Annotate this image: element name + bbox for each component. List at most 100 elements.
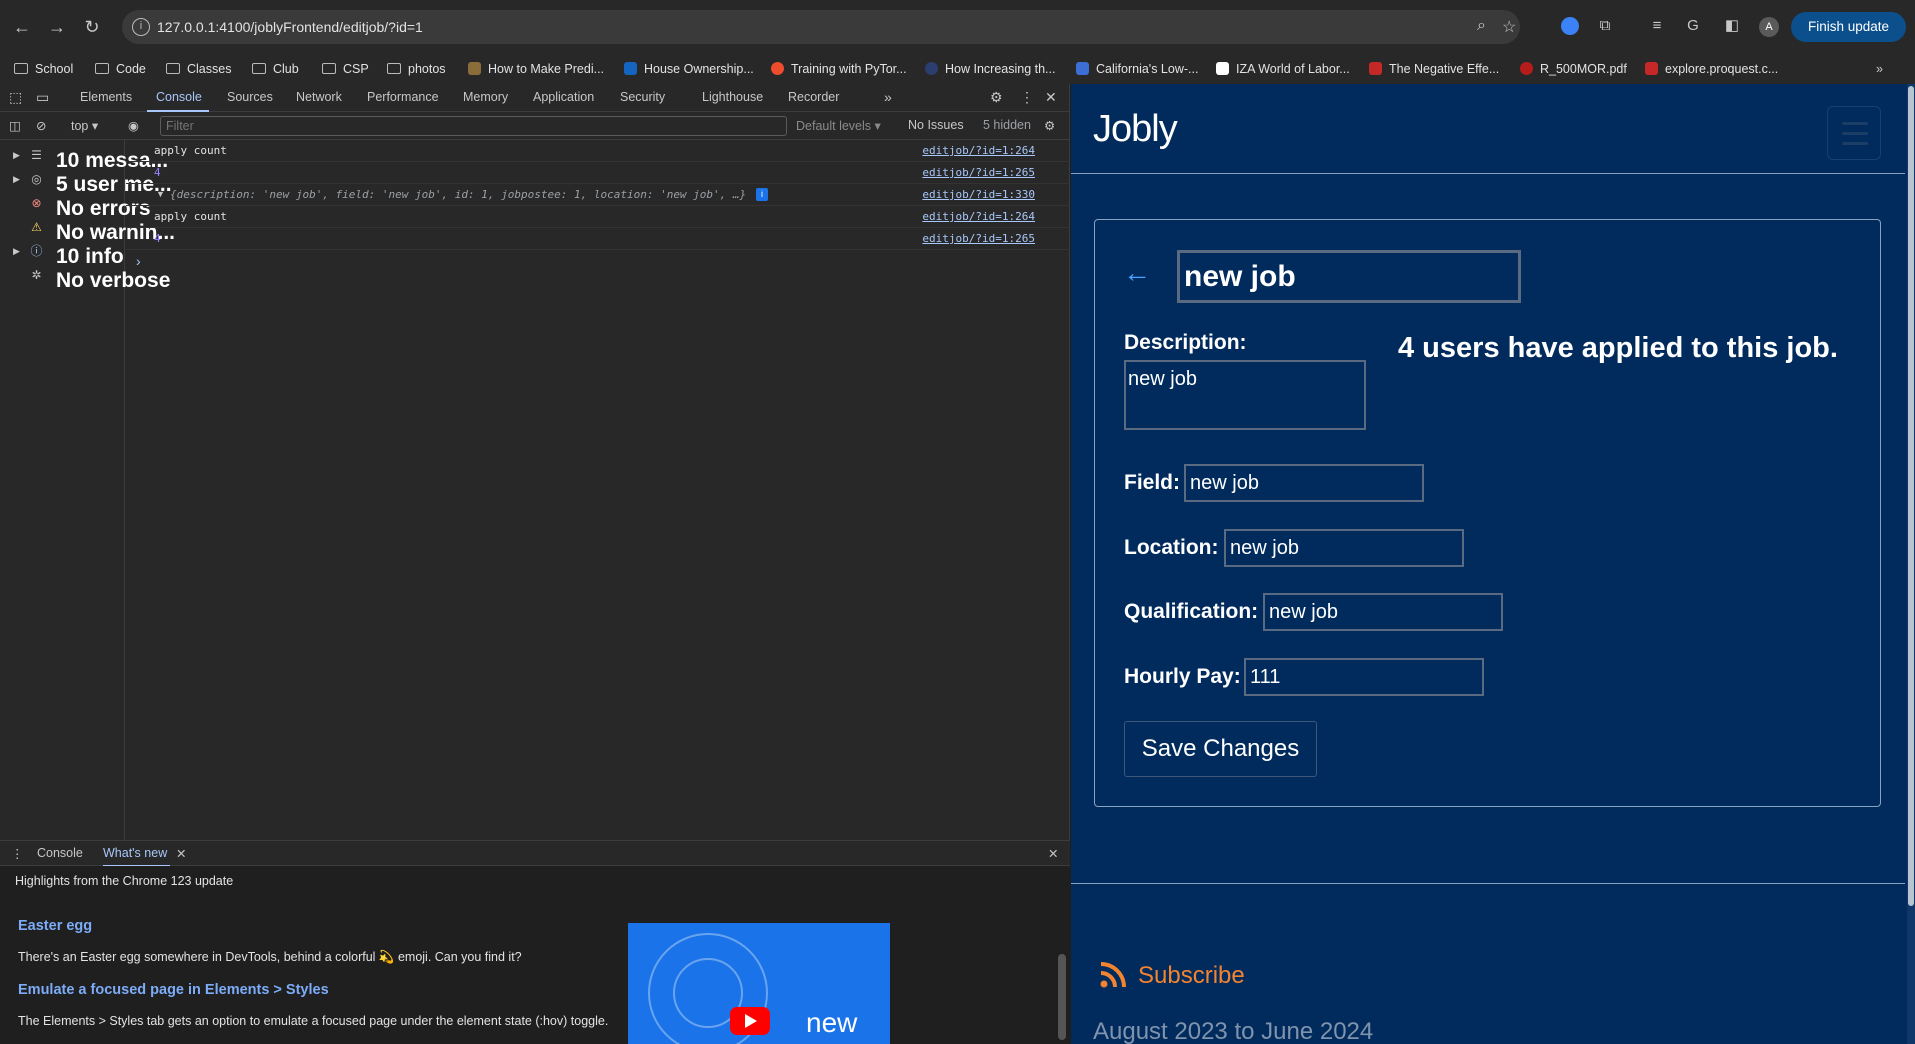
tab-network[interactable]: Network [296, 90, 342, 104]
close-tab-icon[interactable]: ✕ [176, 846, 186, 861]
device-toolbar-icon[interactable]: ▭ [36, 89, 49, 106]
tab-recorder[interactable]: Recorder [788, 90, 839, 104]
expand-arrow-icon[interactable]: ▶ [13, 150, 20, 161]
brand-logo[interactable]: Jobly [1093, 108, 1178, 151]
sidebar-item-user-messages[interactable]: ▶ ◎ 5 user me... [0, 168, 172, 196]
qualification-input[interactable] [1263, 593, 1503, 631]
sidebar-toggle-icon[interactable]: ◫ [9, 118, 21, 133]
more-tabs-icon[interactable]: » [884, 89, 892, 105]
log-source-link[interactable]: editjob/?id=1:265 [922, 166, 1035, 179]
tab-memory[interactable]: Memory [463, 90, 508, 104]
hourly-pay-input[interactable] [1244, 658, 1484, 696]
side-panel-icon[interactable]: ◧ [1721, 15, 1743, 37]
log-object-text[interactable]: {description: 'new job', field: 'new job… [170, 188, 746, 201]
hamburger-menu-button[interactable] [1827, 106, 1881, 160]
google-icon[interactable]: G [1682, 15, 1704, 37]
tab-lighthouse[interactable]: Lighthouse [702, 90, 763, 104]
whats-new-item-title[interactable]: Easter egg [18, 918, 92, 934]
tab-sources[interactable]: Sources [227, 90, 273, 104]
sidebar-item-errors[interactable]: ⊗ No errors [0, 192, 150, 220]
more-bookmarks-icon[interactable]: » [1876, 60, 1883, 78]
description-textarea[interactable]: new job [1124, 360, 1366, 430]
avatar[interactable]: A [1759, 17, 1779, 37]
console-settings-icon[interactable]: ⚙ [1044, 118, 1055, 133]
settings-gear-icon[interactable]: ⚙ [990, 89, 1003, 106]
log-source-link[interactable]: editjob/?id=1:264 [922, 210, 1035, 223]
bookmark-link[interactable]: Training with PyTor... [771, 60, 907, 78]
play-icon[interactable] [730, 1007, 770, 1035]
expand-object-icon[interactable]: ▼ [156, 189, 165, 199]
drawer-tab-whats-new[interactable]: What's new [103, 846, 167, 860]
finish-update-button[interactable]: Finish update [1791, 12, 1906, 42]
tab-application[interactable]: Application [533, 90, 594, 104]
bookmark-folder[interactable]: Classes [166, 60, 231, 78]
whats-new-video[interactable]: new [628, 923, 890, 1044]
url-text[interactable]: 127.0.0.1:4100/joblyFrontend/editjob/?id… [157, 19, 423, 35]
field-input[interactable] [1184, 464, 1424, 502]
media-control-icon[interactable]: ≡ [1646, 15, 1668, 37]
drawer-tab-console[interactable]: Console [37, 846, 83, 860]
tab-console[interactable]: Console [156, 90, 202, 104]
kebab-menu-icon[interactable]: ⋮ [1020, 89, 1034, 106]
console-message[interactable]: ▼ {description: 'new job', field: 'new j… [126, 184, 1070, 206]
drawer-scrollbar[interactable] [1058, 954, 1066, 1040]
bookmark-folder[interactable]: Code [95, 60, 146, 78]
log-levels-dropdown[interactable]: Default levels ▾ [796, 118, 881, 133]
bookmark-link[interactable]: R_500MOR.pdf [1520, 60, 1627, 78]
sidebar-item-messages[interactable]: ▶ ☰ 10 messa... [0, 144, 168, 172]
back-icon[interactable]: ← [7, 13, 37, 41]
expand-arrow-icon[interactable]: ▶ [13, 174, 20, 185]
filter-input[interactable] [160, 116, 787, 136]
scrollbar-thumb[interactable] [1908, 86, 1914, 906]
rss-icon[interactable] [1099, 961, 1127, 989]
bookmark-link[interactable]: California's Low-... [1076, 60, 1198, 78]
close-icon[interactable]: ✕ [1045, 89, 1057, 106]
job-title-input[interactable] [1177, 250, 1521, 303]
warning-icon: ⚠ [31, 220, 42, 234]
subscribe-link[interactable]: Subscribe [1138, 962, 1245, 990]
close-drawer-icon[interactable]: ✕ [1048, 846, 1058, 861]
bookmark-link[interactable]: How Increasing th... [925, 60, 1055, 78]
back-arrow-icon[interactable]: ← [1123, 257, 1151, 289]
save-changes-button[interactable]: Save Changes [1124, 721, 1317, 777]
bookmark-link[interactable]: How to Make Predi... [468, 60, 604, 78]
sidebar-item-info[interactable]: ▶ ⓘ 10 info [0, 240, 125, 268]
bookmark-star-icon[interactable]: ☆ [1502, 17, 1516, 37]
forward-icon[interactable]: → [42, 13, 72, 41]
site-info-icon[interactable]: i [132, 18, 150, 36]
console-prompt-icon[interactable]: › [136, 253, 141, 269]
bookmark-folder[interactable]: Club [252, 60, 299, 78]
bookmark-folder[interactable]: photos [387, 60, 446, 78]
list-icon: ☰ [31, 148, 42, 162]
context-select[interactable]: top ▾ [71, 118, 98, 133]
log-source-link[interactable]: editjob/?id=1:265 [922, 232, 1035, 245]
sidebar-item-warnings[interactable]: ⚠ No warnin... [0, 216, 175, 244]
bookmark-link[interactable]: explore.proquest.c... [1645, 60, 1778, 78]
extensions-puzzle-icon[interactable]: ⧉ [1594, 15, 1616, 37]
address-bar[interactable]: i 127.0.0.1:4100/joblyFrontend/editjob/?… [122, 10, 1520, 44]
tab-performance[interactable]: Performance [367, 90, 439, 104]
qualification-label: Qualification: [1124, 600, 1259, 623]
bookmark-folder[interactable]: School [14, 60, 73, 78]
zoom-icon[interactable]: ⌕ [1477, 17, 1486, 35]
sidebar-item-verbose[interactable]: ✲ No verbose [0, 264, 170, 292]
whats-new-item-title[interactable]: Emulate a focused page in Elements > Sty… [18, 982, 329, 998]
log-source-link[interactable]: editjob/?id=1:330 [922, 188, 1035, 201]
bookmark-link[interactable]: The Negative Effe... [1369, 60, 1499, 78]
bookmark-folder[interactable]: CSP [322, 60, 369, 78]
eye-icon[interactable]: ◉ [128, 118, 139, 133]
inspect-element-icon[interactable]: ⬚ [9, 89, 22, 106]
expand-arrow-icon[interactable]: ▶ [13, 246, 20, 257]
drawer-menu-icon[interactable]: ⋮ [11, 846, 24, 861]
page-scrollbar[interactable] [1907, 84, 1915, 1044]
tab-elements[interactable]: Elements [80, 90, 132, 104]
tab-security[interactable]: Security [620, 90, 665, 104]
location-input[interactable] [1224, 529, 1464, 567]
bookmark-link[interactable]: House Ownership... [624, 60, 754, 78]
extension-icon[interactable] [1561, 17, 1579, 35]
reload-icon[interactable]: ↻ [77, 13, 107, 41]
clear-console-icon[interactable]: ⊘ [36, 118, 46, 133]
issues-button[interactable]: No Issues [908, 118, 964, 132]
bookmark-link[interactable]: IZA World of Labor... [1216, 60, 1350, 78]
log-source-link[interactable]: editjob/?id=1:264 [922, 144, 1035, 157]
